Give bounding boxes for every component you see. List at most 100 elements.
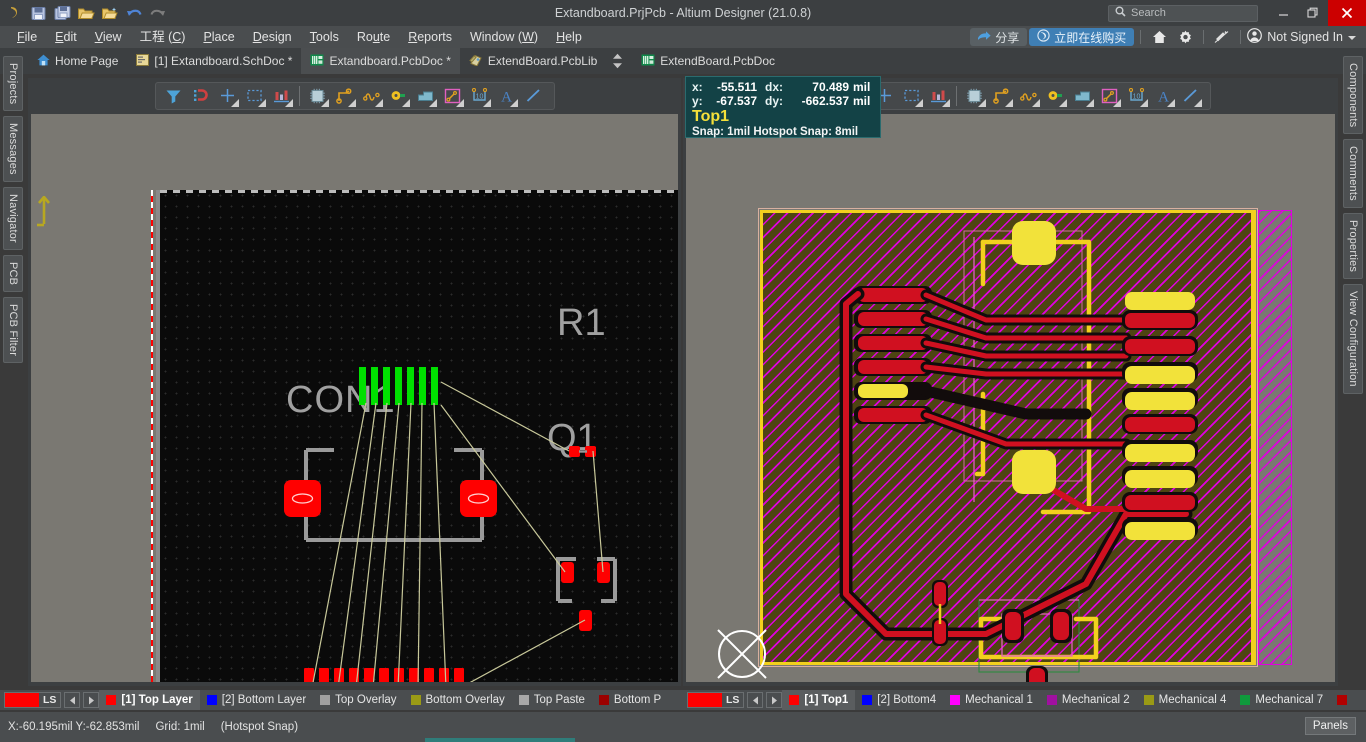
search-input[interactable]: Search [1108, 4, 1258, 22]
sidebar-item-navigator[interactable]: Navigator [3, 187, 23, 250]
menu-help[interactable]: Help [547, 26, 591, 48]
menu-tools[interactable]: Tools [301, 26, 348, 48]
layer-tab-top-paste[interactable]: Top Paste [512, 690, 592, 710]
save-icon[interactable] [27, 2, 49, 24]
sidebar-item-comments[interactable]: Comments [1343, 139, 1363, 209]
layer-tab-bottom-paste[interactable]: Bottom P [592, 690, 668, 710]
layer-tab-mechanical-4[interactable]: Mechanical 4 [1137, 690, 1234, 710]
hud-unit-1: mil [853, 80, 871, 94]
net-highlight-icon[interactable] [187, 84, 214, 108]
altium-logo-icon[interactable] [3, 2, 25, 24]
account-button[interactable]: Not Signed In [1247, 28, 1360, 46]
place-dimension-icon[interactable]: 10 [1123, 84, 1150, 108]
sidebar-item-projects[interactable]: Projects [3, 56, 23, 112]
place-pad-icon[interactable] [1042, 84, 1069, 108]
place-dimension-icon[interactable]: 10 [466, 84, 493, 108]
layer-color-chip [106, 695, 117, 705]
sidebar-item-messages[interactable]: Messages [3, 116, 23, 183]
layer-set-selector-left[interactable]: LS [4, 692, 62, 708]
differential-pair-icon[interactable] [1015, 84, 1042, 108]
gear-icon[interactable] [1173, 27, 1197, 47]
measure-icon[interactable] [268, 84, 295, 108]
measure-icon[interactable] [925, 84, 952, 108]
extensions-icon[interactable] [1210, 27, 1234, 47]
doc-tab-extendboard-pcbdoc[interactable]: ExtendBoard.PcbDoc [632, 48, 784, 74]
place-line-icon[interactable] [1177, 84, 1204, 108]
sidebar-item-pcb[interactable]: PCB [3, 254, 23, 293]
layer-tab-bottom-overlay[interactable]: Bottom Overlay [404, 690, 512, 710]
select-area-icon[interactable] [241, 84, 268, 108]
layer-color-chip [518, 695, 529, 705]
place-line-icon[interactable] [520, 84, 547, 108]
share-button[interactable]: 分享 [970, 28, 1028, 46]
interactive-routing-icon[interactable] [331, 84, 358, 108]
layer-tab-bottom-layer[interactable]: [2] Bottom Layer [200, 690, 313, 710]
layer-tab-mechanical-1[interactable]: Mechanical 1 [943, 690, 1040, 710]
menu-view[interactable]: View [86, 26, 131, 48]
save-all-icon[interactable] [51, 2, 73, 24]
place-component-icon[interactable] [961, 84, 988, 108]
sidebar-item-components[interactable]: Components [1343, 56, 1363, 135]
menu-window[interactable]: Window (W) [461, 26, 547, 48]
layer-tab-bottom4[interactable]: [2] Bottom4 [855, 690, 943, 710]
open-icon[interactable] [75, 2, 97, 24]
pcb-toolbar-left: 10 A [155, 82, 555, 110]
place-string-icon[interactable]: A [493, 84, 520, 108]
layer-tab-top1[interactable]: [1] Top1 [782, 690, 856, 710]
menu-file[interactable]: File [8, 26, 46, 48]
menu-route[interactable]: Route [348, 26, 399, 48]
layer-tab-mechanical-7[interactable]: Mechanical 7 [1233, 690, 1330, 710]
sidebar-item-properties[interactable]: Properties [1343, 213, 1363, 280]
interactive-routing-icon[interactable] [988, 84, 1015, 108]
tab-scroll-buttons[interactable] [606, 48, 628, 74]
maximize-button[interactable] [1298, 0, 1328, 26]
place-pad-icon[interactable] [385, 84, 412, 108]
buy-online-button[interactable]: 立即在线购买 [1029, 28, 1135, 46]
open-project-icon[interactable] [99, 2, 121, 24]
divider [1240, 30, 1242, 44]
layer-scroll-prev-left[interactable] [64, 692, 81, 708]
hud-x-key: x: [692, 80, 703, 94]
doc-tab-home-page[interactable]: Home Page [28, 48, 127, 74]
place-keepout-icon[interactable] [439, 84, 466, 108]
layer-tab-top-layer[interactable]: [1] Top Layer [99, 690, 200, 710]
panels-button[interactable]: Panels [1304, 717, 1356, 735]
layer-set-selector-right[interactable]: LS [687, 692, 745, 708]
place-polygon-icon[interactable] [1069, 84, 1096, 108]
sidebar-item-pcb-filter[interactable]: PCB Filter [3, 297, 23, 364]
menu-reports[interactable]: Reports [399, 26, 461, 48]
place-polygon-icon[interactable] [412, 84, 439, 108]
doc-tab-pcblib[interactable]: ExtendBoard.PcbLib [460, 48, 606, 74]
layer-color-chip [1337, 695, 1348, 705]
pcb-canvas-left[interactable]: CON1 R1 Q1 [31, 114, 678, 682]
pcb-canvas-right[interactable] [686, 114, 1335, 682]
undo-icon[interactable] [123, 2, 145, 24]
place-string-icon[interactable]: A [1150, 84, 1177, 108]
title-bar: Extandboard.PrjPcb - Altium Designer (21… [0, 0, 1366, 26]
doc-tab-label: ExtendBoard.PcbLib [487, 54, 598, 68]
place-via-icon[interactable] [214, 84, 241, 108]
close-button[interactable] [1328, 0, 1366, 26]
menu-design[interactable]: Design [244, 26, 301, 48]
menu-edit[interactable]: Edit [46, 26, 86, 48]
layer-tab-overflow[interactable] [1330, 690, 1359, 710]
minimize-button[interactable] [1268, 0, 1298, 26]
redo-icon [147, 2, 169, 24]
place-keepout-icon[interactable] [1096, 84, 1123, 108]
place-component-icon[interactable] [304, 84, 331, 108]
menu-project[interactable]: 工程 (C) [131, 26, 195, 48]
layer-scroll-next-left[interactable] [83, 692, 100, 708]
differential-pair-icon[interactable] [358, 84, 385, 108]
doc-tab-pcbdoc[interactable]: Extandboard.PcbDoc * [301, 48, 460, 74]
doc-tab-schdoc[interactable]: [1] Extandboard.SchDoc * [127, 48, 301, 74]
filter-icon[interactable] [160, 84, 187, 108]
layer-tab-top-overlay[interactable]: Top Overlay [313, 690, 403, 710]
pcb-editor-pane-right: 10 A [683, 78, 1338, 686]
layer-scroll-prev-right[interactable] [747, 692, 764, 708]
sidebar-item-view-configuration[interactable]: View Configuration [1343, 284, 1363, 395]
home-icon[interactable] [1147, 27, 1171, 47]
layer-scroll-next-right[interactable] [766, 692, 783, 708]
menu-place[interactable]: Place [194, 26, 243, 48]
layer-tab-mechanical-2[interactable]: Mechanical 2 [1040, 690, 1137, 710]
select-area-icon[interactable] [898, 84, 925, 108]
